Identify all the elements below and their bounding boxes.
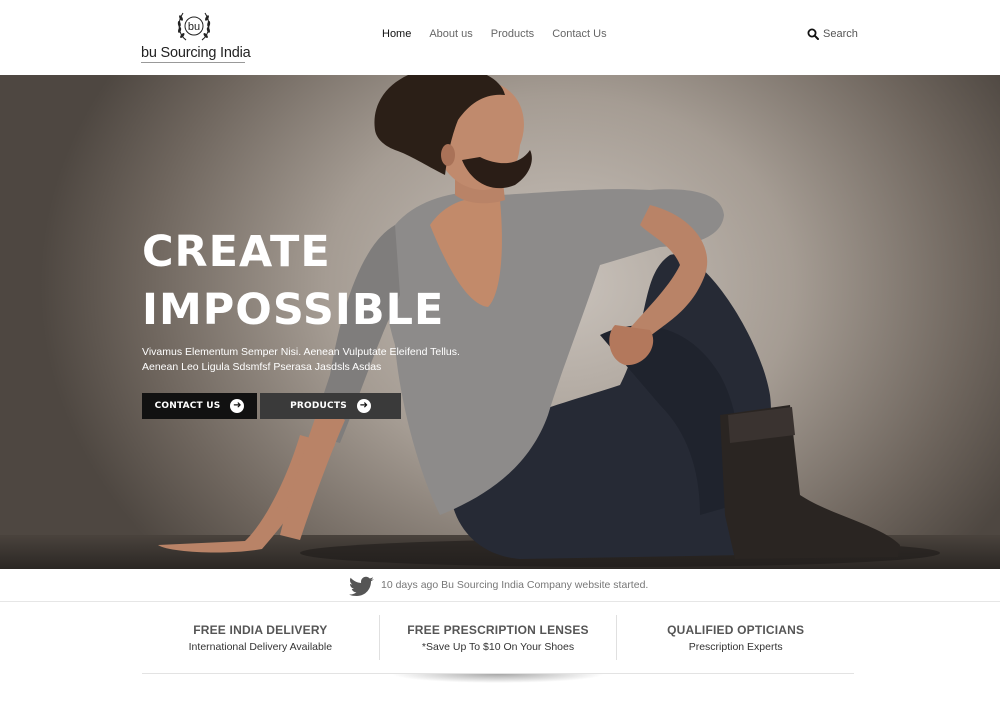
main-nav: Home About us Products Contact Us [382, 28, 607, 40]
site-header: bu bu Sourcing India Home About us Produ… [0, 0, 1000, 75]
hero-subtitle-line2: Aenean Leo Ligula Sdsmfsf Pserasa Jasdsl… [142, 361, 382, 373]
feature-subtitle: International Delivery Available [188, 641, 333, 653]
logo-underline [141, 62, 245, 63]
feature-subtitle: *Save Up To $10 On Your Shoes [421, 641, 575, 653]
search-icon [807, 28, 819, 40]
feature-item: FREE INDIA DELIVERY International Delive… [142, 615, 379, 660]
feature-subtitle: Prescription Experts [688, 641, 783, 653]
hero-banner: CREATE IMPOSSIBLE Vivamus Elementum Semp… [0, 75, 1000, 569]
twitter-feed-bar: 10 days ago Bu Sourcing India Company we… [0, 569, 1000, 602]
brand-name: bu Sourcing India [141, 45, 251, 61]
logo-emblem-text: bu [188, 21, 200, 33]
feature-item: FREE PRESCRIPTION LENSES *Save Up To $10… [378, 615, 617, 660]
features-strip: FREE INDIA DELIVERY International Delive… [142, 615, 854, 660]
nav-products[interactable]: Products [491, 28, 534, 40]
tweet-text: 10 days ago Bu Sourcing India Company we… [381, 579, 649, 591]
hero-title: CREATE IMPOSSIBLE [142, 223, 444, 339]
feature-title: QUALIFIED OPTICIANS [667, 623, 805, 637]
feature-item: QUALIFIED OPTICIANS Prescription Experts [616, 615, 854, 660]
twitter-bird-icon [349, 576, 374, 596]
arrow-circle-right-icon: ➜ [356, 399, 371, 413]
products-button[interactable]: PRODUCTS ➜ [260, 393, 401, 419]
logo[interactable]: bu bu Sourcing India [141, 6, 251, 64]
search-button[interactable]: Search [807, 28, 858, 40]
arrow-circle-right-icon: ➜ [230, 399, 245, 413]
products-button-label: PRODUCTS [290, 401, 347, 411]
hero-title-line1: CREATE [142, 227, 331, 277]
nav-home[interactable]: Home [382, 28, 411, 40]
hero-subtitle: Vivamus Elementum Semper Nisi. Aenean Vu… [142, 345, 462, 375]
features-divider-shadow [392, 674, 604, 684]
contact-us-button-label: CONTACT US [154, 401, 221, 411]
search-label: Search [823, 28, 858, 40]
laurel-wreath-icon: bu [177, 12, 211, 41]
nav-about-us[interactable]: About us [429, 28, 472, 40]
hero-subtitle-line1: Vivamus Elementum Semper Nisi. Aenean Vu… [142, 346, 460, 358]
contact-us-button[interactable]: CONTACT US ➜ [142, 393, 257, 419]
nav-contact-us[interactable]: Contact Us [552, 28, 606, 40]
feature-title: FREE PRESCRIPTION LENSES [407, 623, 589, 637]
feature-title: FREE INDIA DELIVERY [193, 623, 328, 637]
hero-title-line2: IMPOSSIBLE [142, 285, 445, 335]
